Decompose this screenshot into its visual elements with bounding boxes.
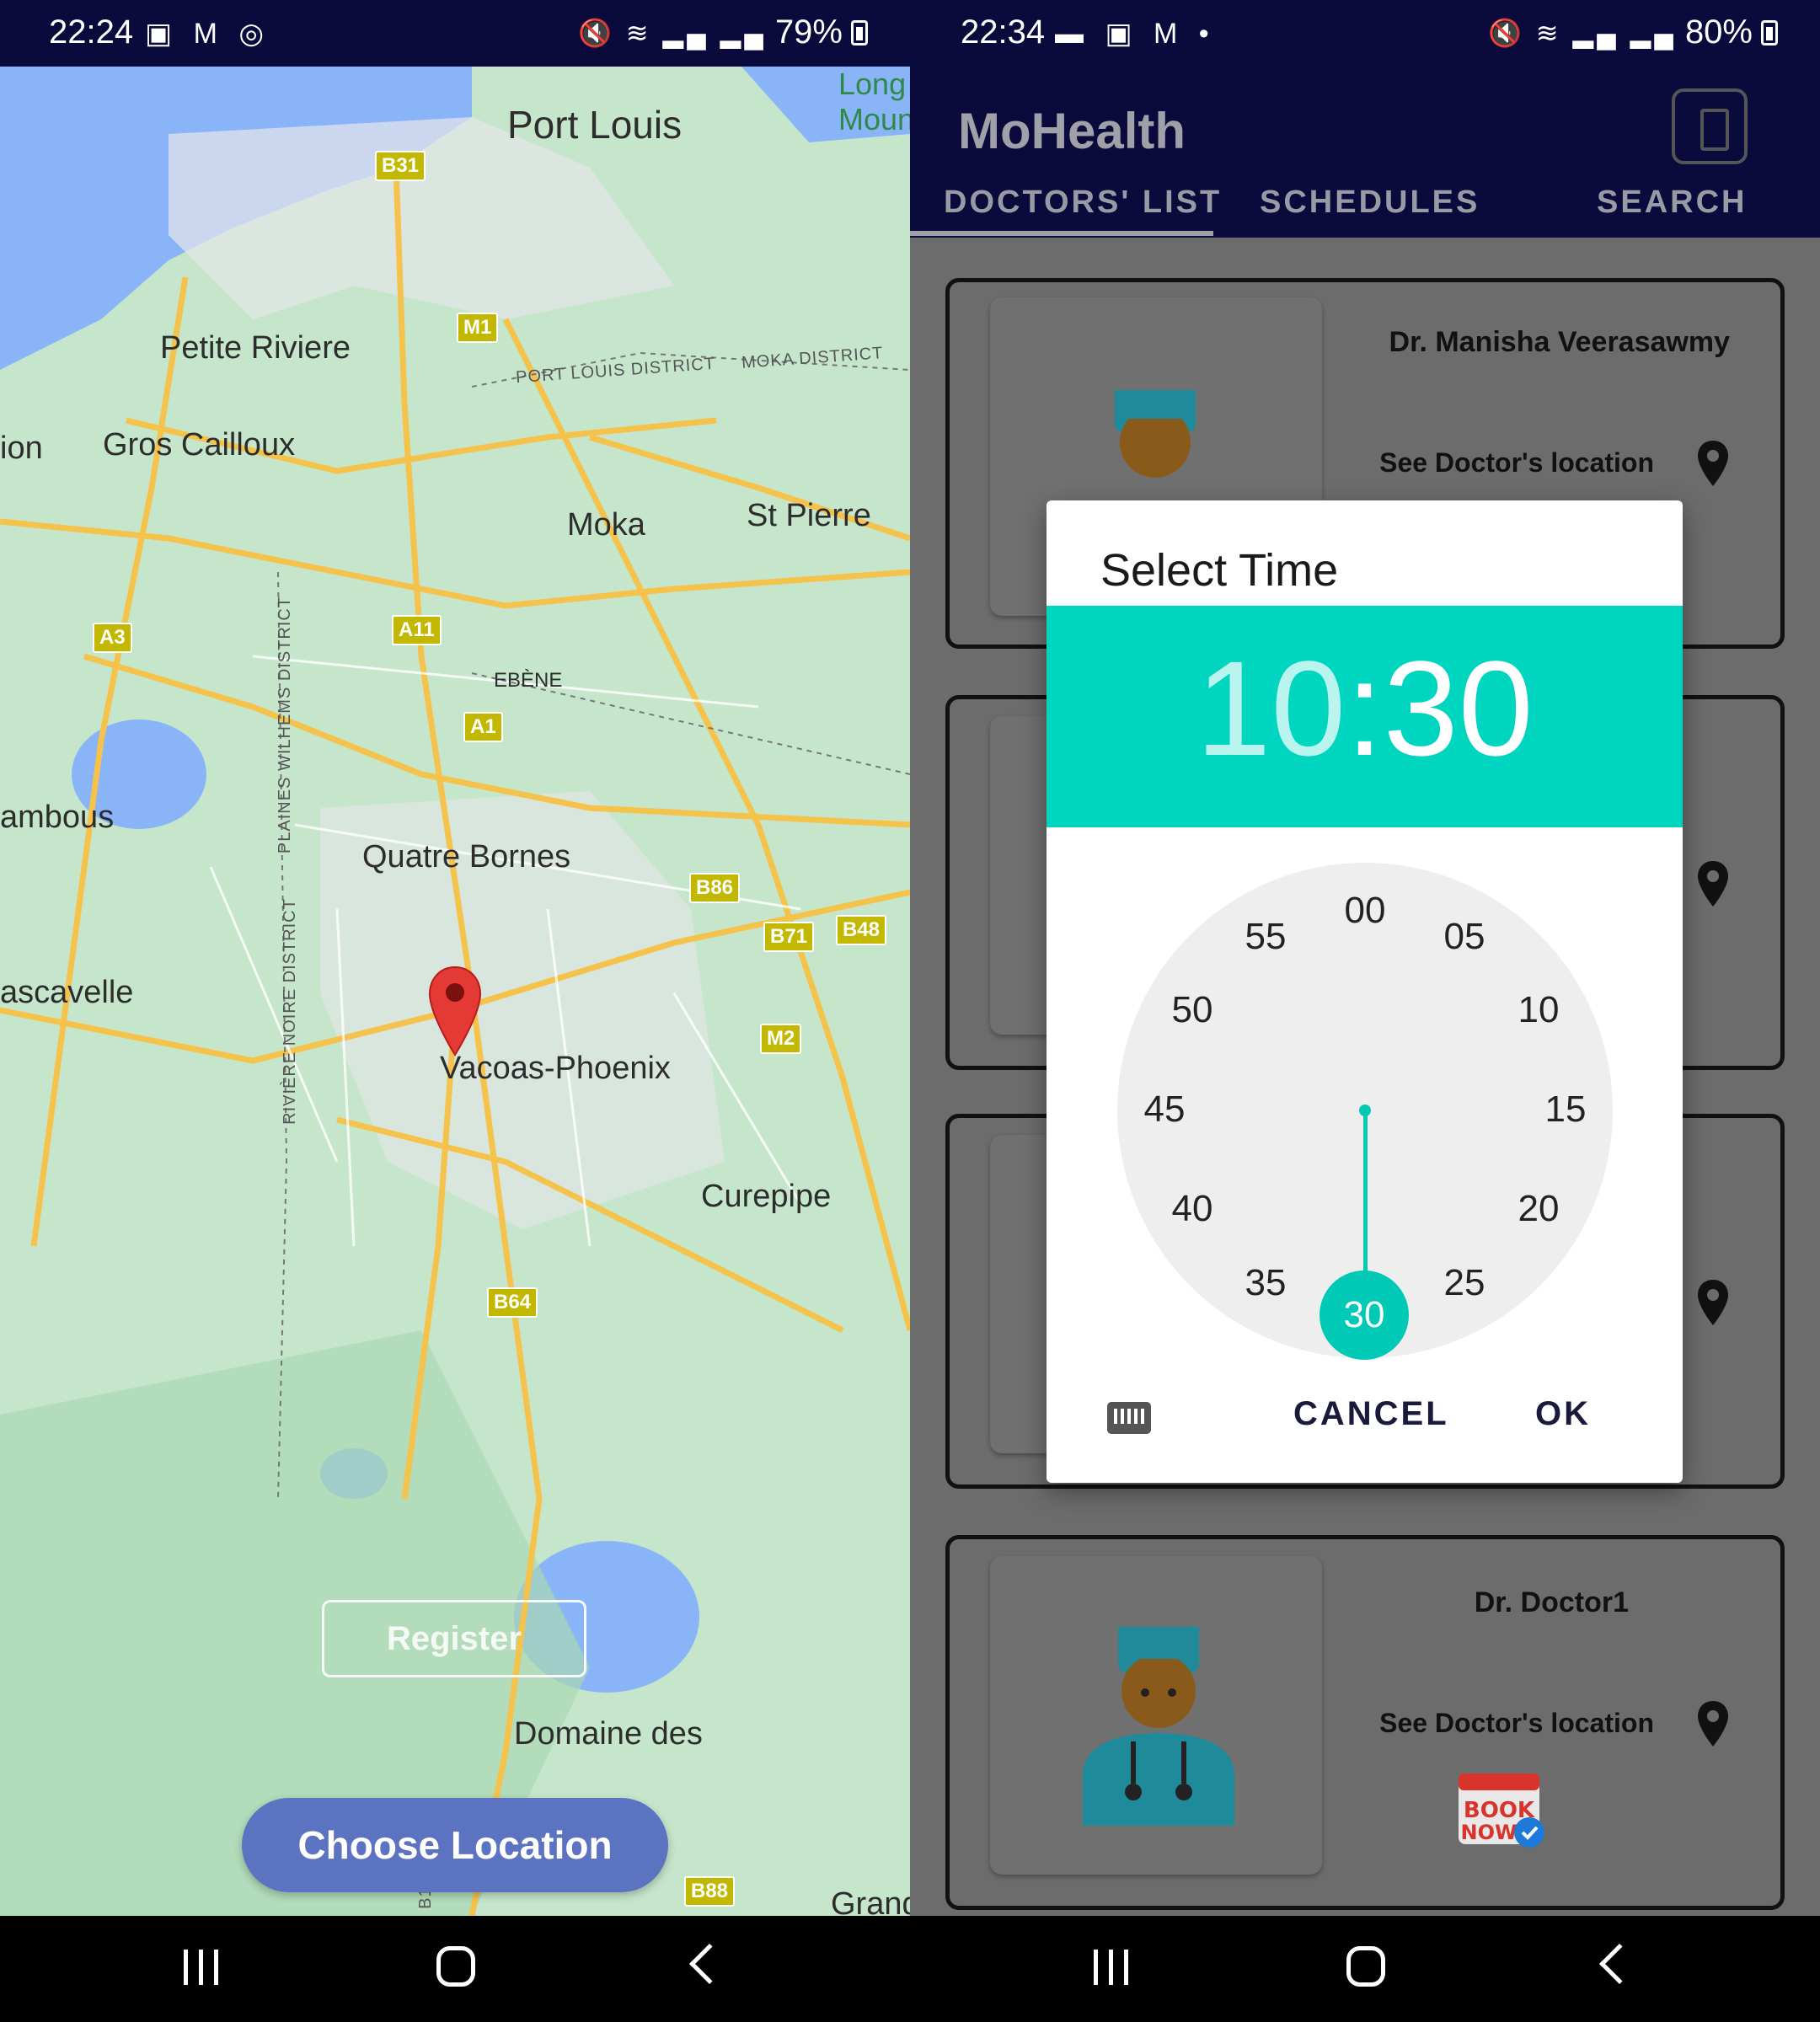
map-pin-icon[interactable] (428, 966, 482, 1058)
app-bar: MoHealth DOCTORS' LIST SCHEDULES SEARCH (910, 67, 1820, 238)
status-time: 22:34 (961, 13, 1046, 51)
notification-icons: ▣ M ◎ (145, 18, 271, 50)
tab-bar: DOCTORS' LIST SCHEDULES SEARCH (910, 185, 1820, 238)
battery-percentage: 80% (1684, 13, 1753, 51)
clock-number[interactable]: 45 (1131, 1089, 1198, 1131)
road-shield-b48: B48 (836, 915, 887, 945)
time-separator: : (1346, 633, 1384, 784)
svg-text:NOW: NOW (1461, 1821, 1518, 1844)
time-display: 10:30 (1046, 631, 1683, 786)
cancel-button[interactable]: CANCEL (1293, 1395, 1449, 1433)
tab-doctors-list[interactable]: DOCTORS' LIST (944, 185, 1222, 221)
road-shield-b88: B88 (684, 1876, 736, 1907)
status-bar: 22:34 ▬ ▣ M • 🔇 ≋ ▂▄ ▂▄ 80% (910, 0, 1820, 67)
map-view[interactable]: Long Mounta Port Louis Petite Riviere Gr… (0, 67, 910, 1961)
choose-location-button[interactable]: Choose Location (242, 1798, 668, 1892)
battery-percentage: 79% (774, 13, 843, 51)
clock-number[interactable]: 00 (1331, 890, 1399, 932)
location-pin-icon[interactable] (1696, 1699, 1730, 1748)
location-pin-icon[interactable] (1696, 1278, 1730, 1327)
time-picker-dialog: Select Time 10:30 00 05 10 15 20 25 30 3… (1046, 500, 1683, 1483)
road-shield-b31: B31 (375, 151, 426, 181)
navigation-bar (0, 1916, 910, 2022)
map-label-ascavelle: ascavelle (0, 975, 134, 1010)
see-doctor-location-link[interactable]: See Doctor's location (1379, 1708, 1654, 1739)
doctor-name: Dr. Doctor1 (1474, 1586, 1629, 1618)
dialog-title: Select Time (1100, 545, 1339, 596)
battery-icon (1761, 19, 1778, 45)
left-phone-screen: Long Mounta Port Louis Petite Riviere Gr… (0, 0, 910, 2022)
doctor-avatar-icon (1115, 390, 1196, 478)
map-label-port-louis: Port Louis (507, 103, 682, 147)
recents-icon[interactable] (1094, 1950, 1129, 1985)
map-label-gros-cailloux: Gros Cailloux (103, 427, 296, 463)
road-shield-m2: M2 (760, 1024, 802, 1054)
status-time: 22:24 (49, 13, 134, 51)
map-label-ion: ion (0, 431, 43, 466)
time-header: 10:30 (1046, 606, 1683, 827)
road-shield-a11: A11 (392, 615, 442, 645)
clock-number[interactable]: 15 (1532, 1089, 1599, 1131)
road-shield-b86: B86 (689, 873, 741, 903)
clock-center (1359, 1105, 1371, 1116)
book-now-icon[interactable]: BOOK NOW (1455, 1765, 1548, 1849)
road-shield-b71: B71 (763, 922, 815, 952)
map-label-domaine-des: Domaine des (514, 1716, 703, 1752)
app-title: MoHealth (958, 103, 1186, 159)
clock-number[interactable]: 55 (1232, 916, 1299, 958)
status-bar: 22:24 ▣ M ◎ 🔇 ≋ ▂▄ ▂▄ 79% (0, 0, 910, 67)
clock-number[interactable]: 10 (1505, 989, 1572, 1031)
hour-display[interactable]: 10 (1196, 633, 1346, 784)
doctor-name: Dr. Manisha Veerasawmy (1389, 326, 1730, 358)
map-label-ebene: EBÈNE (494, 669, 563, 692)
road-shield-m1: M1 (457, 313, 499, 343)
right-phone-screen: MoHealth DOCTORS' LIST SCHEDULES SEARCH … (910, 0, 1820, 2022)
road-shield-a3: A3 (93, 623, 132, 653)
doctor-card[interactable]: Dr. Doctor1 See Doctor's location BOOK N… (945, 1535, 1785, 1910)
back-icon[interactable] (688, 1943, 731, 1985)
signal-icons: 🔇 ≋ ▂▄ ▂▄ (1488, 17, 1677, 48)
road-shield-b64: B64 (487, 1287, 538, 1318)
clock-number[interactable]: 25 (1431, 1262, 1498, 1304)
doctor-avatar-icon (1083, 1627, 1234, 1826)
keyboard-icon[interactable] (1107, 1402, 1151, 1434)
home-icon[interactable] (1346, 1946, 1385, 1987)
ok-button[interactable]: OK (1535, 1395, 1591, 1433)
navigation-bar (910, 1916, 1820, 2022)
clock-face[interactable]: 00 05 10 15 20 25 30 35 40 45 50 55 (1117, 863, 1613, 1360)
map-label-riviere-noire-district: RIVIÈRE NOIRE DISTRICT (280, 898, 299, 1125)
map-label-moka: Moka (567, 507, 645, 543)
map-label-st-pierre: St Pierre (747, 498, 871, 533)
clock-number[interactable]: 35 (1232, 1262, 1299, 1304)
clock-number[interactable]: 20 (1505, 1188, 1572, 1230)
map-label-curepipe: Curepipe (701, 1179, 832, 1214)
map-label-petite-riviere: Petite Riviere (160, 330, 351, 366)
map-label-long-mountain: Long Mounta (838, 67, 910, 136)
map-label-ambous: ambous (0, 800, 115, 835)
battery-icon (851, 19, 868, 45)
location-pin-icon[interactable] (1696, 859, 1730, 908)
back-icon[interactable] (1598, 1943, 1641, 1985)
minute-display[interactable]: 30 (1384, 633, 1534, 784)
see-doctor-location-link[interactable]: See Doctor's location (1379, 447, 1654, 479)
home-icon[interactable] (436, 1946, 475, 1987)
tab-indicator (910, 231, 1213, 236)
clock-number[interactable]: 05 (1431, 916, 1498, 958)
tab-schedules[interactable]: SCHEDULES (1260, 185, 1480, 221)
register-button[interactable]: Register (322, 1600, 586, 1677)
logout-icon[interactable] (1672, 88, 1748, 164)
doctor-photo (990, 1556, 1322, 1875)
clock-selected-minute[interactable]: 30 (1320, 1270, 1409, 1360)
clock-number[interactable]: 50 (1159, 989, 1226, 1031)
clock-number[interactable]: 40 (1159, 1188, 1226, 1230)
notification-icons: ▬ ▣ M • (1055, 18, 1216, 50)
tab-search[interactable]: SEARCH (1597, 185, 1747, 221)
location-pin-icon[interactable] (1696, 439, 1730, 488)
signal-icons: 🔇 ≋ ▂▄ ▂▄ (578, 17, 767, 48)
map-label-quatre-bornes: Quatre Bornes (362, 839, 571, 875)
map-label-plaines-wilhems-district: PLAINES WILHEMS DISTRICT (276, 596, 295, 854)
recents-icon[interactable] (184, 1950, 219, 1985)
road-shield-a1: A1 (463, 712, 503, 742)
